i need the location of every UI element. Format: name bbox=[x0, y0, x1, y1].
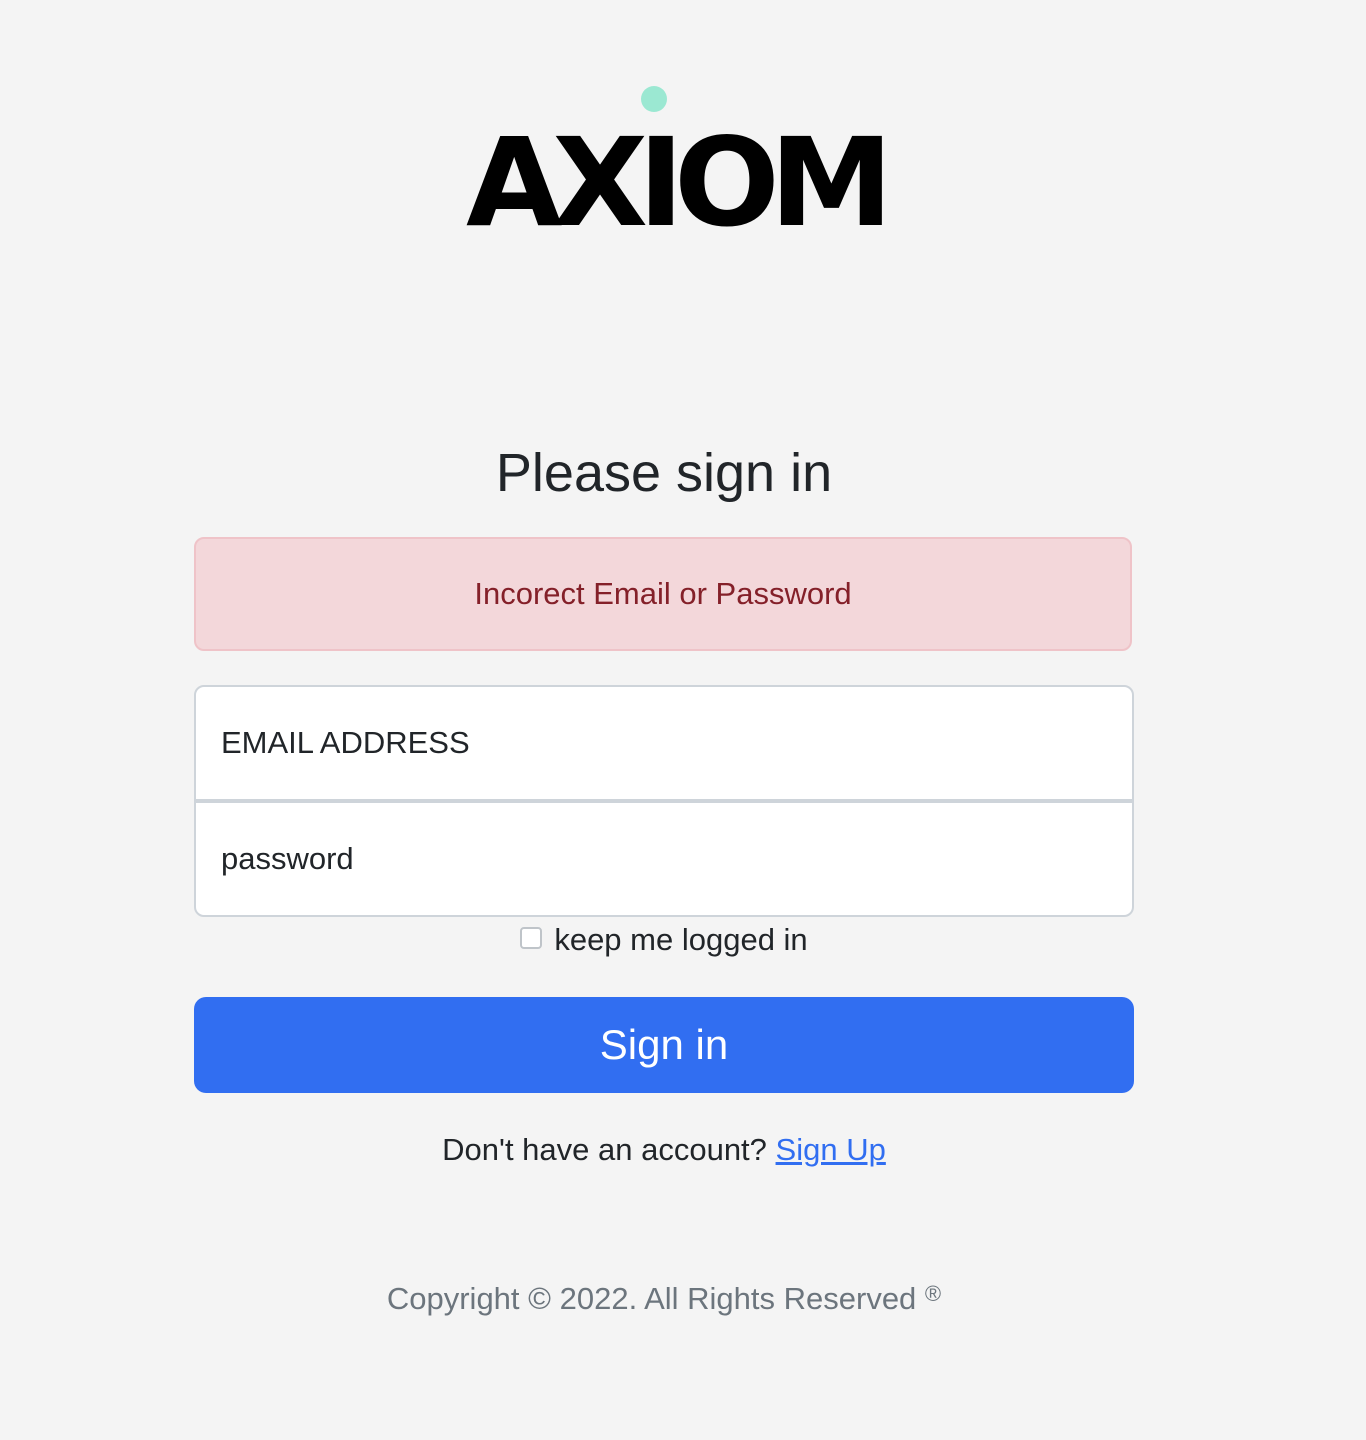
axiom-logo: AXIOM bbox=[466, 84, 893, 244]
signup-prompt-text: Don't have an account? bbox=[442, 1132, 767, 1167]
remember-me-label[interactable]: keep me logged in bbox=[554, 922, 807, 958]
sign-in-button[interactable]: Sign in bbox=[194, 997, 1134, 1093]
error-alert: Incorect Email or Password bbox=[194, 537, 1132, 651]
signup-prompt: Don't have an account? Sign Up bbox=[0, 1130, 1328, 1170]
remember-me-checkbox[interactable] bbox=[520, 927, 543, 949]
logo-wordmark: AXIOM bbox=[466, 112, 893, 254]
remember-me-row[interactable]: keep me logged in bbox=[0, 922, 1328, 958]
logo-dot-icon bbox=[641, 86, 667, 112]
registered-mark: ® bbox=[924, 1281, 942, 1306]
email-field[interactable] bbox=[194, 685, 1134, 801]
password-field[interactable] bbox=[194, 801, 1134, 917]
signup-link[interactable]: Sign Up bbox=[776, 1132, 886, 1167]
page-title: Please sign in bbox=[495, 443, 833, 503]
error-message: Incorect Email or Password bbox=[474, 576, 852, 611]
copyright-footer: Copyright © 2022. All Rights Reserved ® bbox=[0, 1274, 1328, 1319]
copyright-text: Copyright © 2022. All Rights Reserved bbox=[386, 1281, 917, 1316]
